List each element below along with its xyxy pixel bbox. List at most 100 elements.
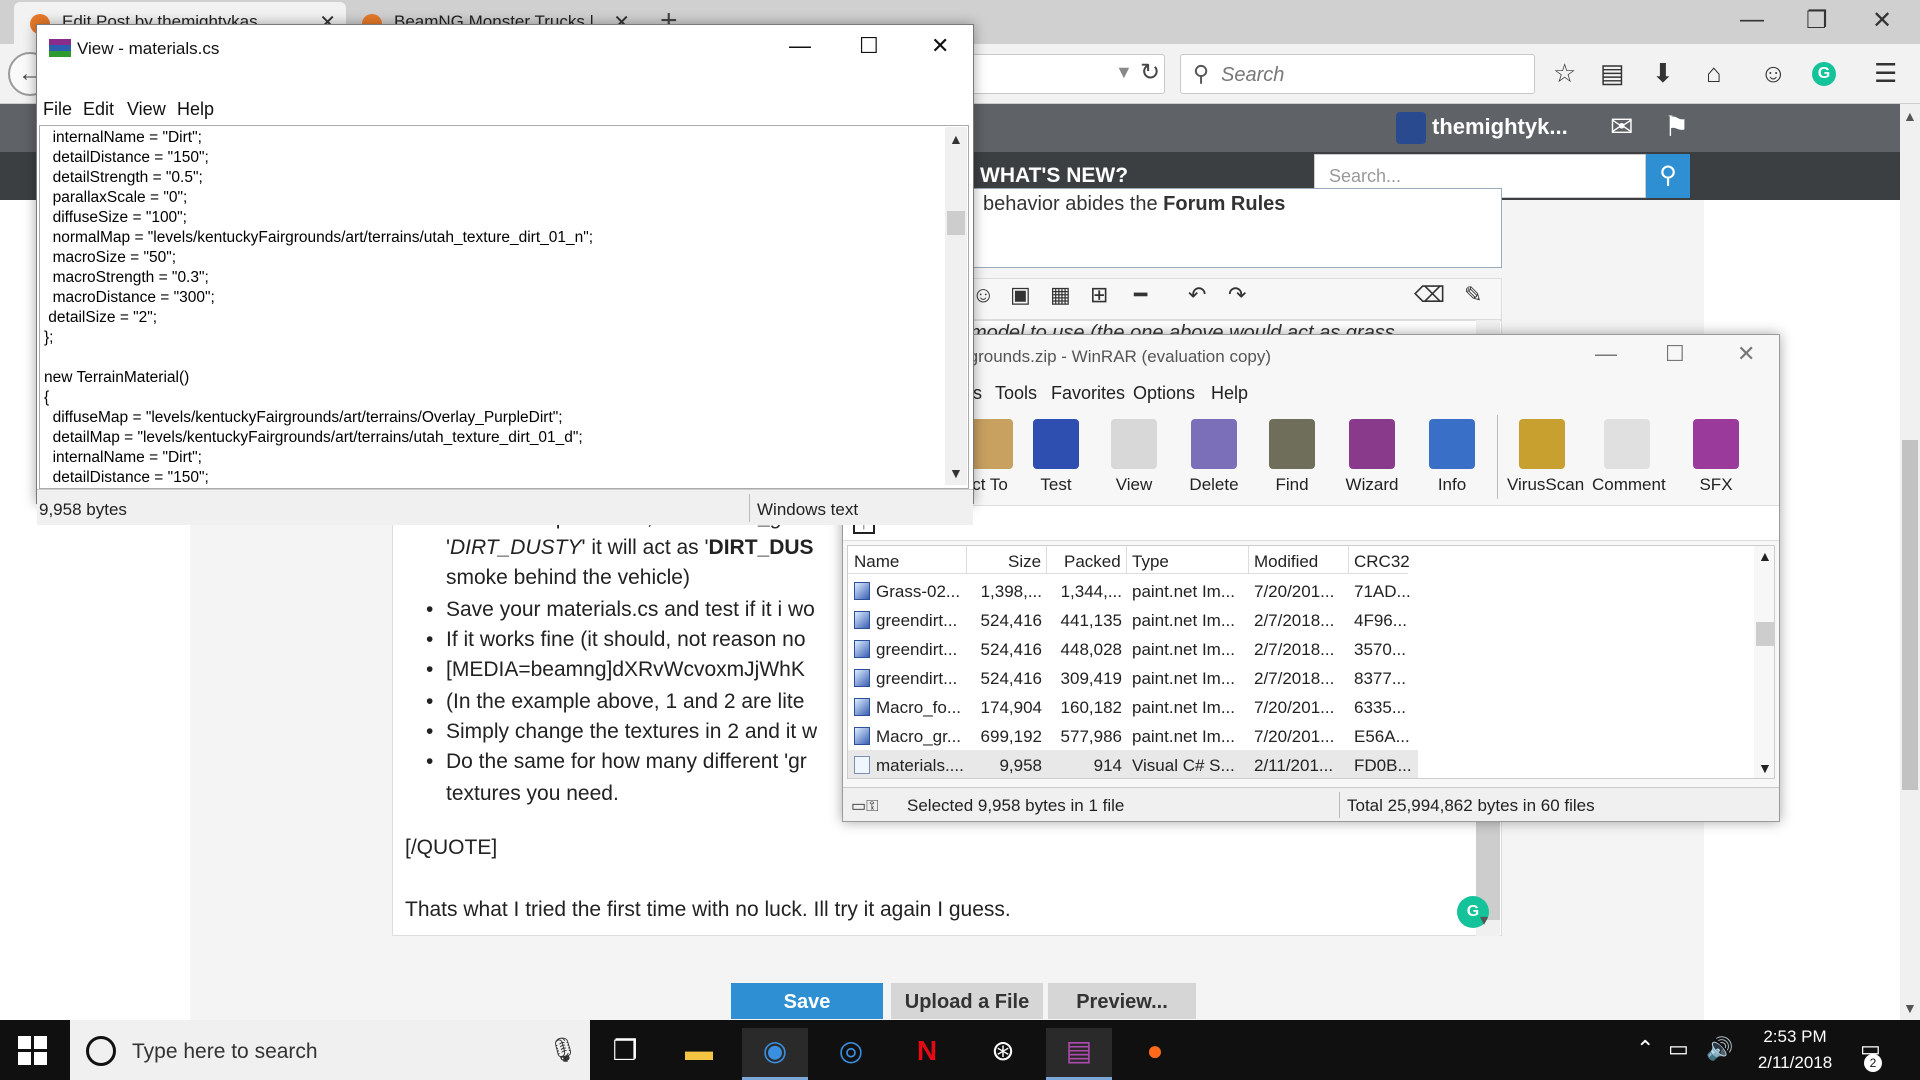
- save-changes-button[interactable]: Save Changes: [731, 983, 883, 1051]
- browser-minimize-icon[interactable]: —: [1740, 6, 1764, 34]
- column-size[interactable]: Size: [1008, 552, 1041, 572]
- viewer-menu-help[interactable]: Help: [177, 99, 214, 120]
- browser-close-icon[interactable]: ✕: [1872, 6, 1892, 35]
- horizontal-rule-icon[interactable]: ━: [1134, 282, 1147, 308]
- microphone-icon[interactable]: 🎙: [548, 1036, 578, 1065]
- netflix-icon[interactable]: N: [894, 1028, 960, 1080]
- media-icon[interactable]: ▦: [1050, 282, 1071, 308]
- viewer-menu-view[interactable]: View: [127, 99, 166, 120]
- menu-favorites[interactable]: Favorites: [1051, 383, 1125, 404]
- page-scroll-up-icon[interactable]: ▲: [1903, 108, 1917, 124]
- forum-search-button[interactable]: ⚲: [1646, 154, 1690, 198]
- table-row[interactable]: greendirt... 524,416 441,135 paint.net Im..…: [848, 605, 1418, 634]
- menu-help[interactable]: Help: [1211, 383, 1248, 404]
- viewer-scrollbar-thumb[interactable]: [947, 211, 965, 235]
- clock-date[interactable]: 2/11/2018: [1745, 1053, 1845, 1073]
- winrar-file-list[interactable]: Name Size Packed Type Modified CRC32 Gra…: [847, 545, 1775, 779]
- network-icon[interactable]: ▭: [1668, 1036, 1689, 1062]
- url-history-dropdown-icon[interactable]: ▼: [1115, 62, 1133, 83]
- username-link[interactable]: themightyk...: [1432, 114, 1568, 140]
- home-icon[interactable]: ⌂: [1706, 58, 1722, 89]
- viewer-close-icon[interactable]: ✕: [931, 33, 949, 59]
- delete-button[interactable]: Delete: [1179, 419, 1249, 495]
- menu-tools[interactable]: Tools: [995, 383, 1037, 404]
- table-row[interactable]: materials.... 9,958 914 Visual C# S... 2/11/…: [848, 750, 1418, 778]
- origin-icon[interactable]: ●: [1122, 1028, 1188, 1080]
- grammarly-icon[interactable]: G: [1812, 62, 1836, 86]
- winrar-close-icon[interactable]: ✕: [1737, 341, 1755, 367]
- find-button[interactable]: Find: [1257, 419, 1327, 495]
- table-row[interactable]: Grass-02... 1,398,... 1,344,... paint.net I…: [848, 576, 1418, 605]
- page-scrollbar-thumb[interactable]: [1902, 440, 1918, 790]
- avatar[interactable]: [1396, 112, 1426, 144]
- downloads-icon[interactable]: ⬇: [1652, 58, 1674, 89]
- editor-scroll-down-icon[interactable]: ▾: [1480, 910, 1488, 930]
- viewer-menu-edit[interactable]: Edit: [83, 99, 114, 120]
- comment-button[interactable]: Comment: [1592, 419, 1666, 495]
- image-icon[interactable]: ▣: [1010, 282, 1031, 308]
- info-button[interactable]: Info: [1417, 419, 1487, 495]
- steam-icon[interactable]: ◎: [818, 1028, 884, 1080]
- preview-button[interactable]: Preview...: [1048, 983, 1196, 1019]
- eraser-icon[interactable]: ⌫: [1414, 282, 1445, 308]
- library-icon[interactable]: ▤: [1600, 58, 1625, 89]
- file-list-scroll-down-icon[interactable]: ▼: [1758, 760, 1772, 776]
- beamng-icon[interactable]: ⊛: [970, 1028, 1036, 1080]
- cortana-icon[interactable]: [86, 1036, 116, 1066]
- file-list-scroll-up-icon[interactable]: ▲: [1758, 548, 1772, 564]
- chat-icon[interactable]: ☺: [1760, 58, 1787, 89]
- redo-icon[interactable]: ↷: [1228, 282, 1246, 308]
- winrar-path-bar[interactable]: ↑: [843, 505, 1779, 541]
- forum-rules-link[interactable]: Forum Rules: [1163, 193, 1285, 215]
- viewer-maximize-icon[interactable]: ☐: [859, 33, 879, 59]
- viewer-minimize-icon[interactable]: —: [789, 33, 811, 59]
- smiley-icon[interactable]: ☺: [972, 282, 994, 308]
- file-list-scrollbar[interactable]: [1754, 546, 1774, 778]
- column-crc32[interactable]: CRC32: [1354, 552, 1410, 572]
- browser-restore-icon[interactable]: ❐: [1806, 6, 1828, 35]
- page-scroll-down-icon[interactable]: ▼: [1903, 1000, 1917, 1016]
- upload-file-button[interactable]: Upload a File: [891, 983, 1043, 1019]
- column-name[interactable]: Name: [854, 552, 899, 572]
- hamburger-menu-icon[interactable]: ☰: [1874, 58, 1897, 89]
- browser-search-input[interactable]: ⚲ Search: [1180, 54, 1535, 94]
- wrench-icon[interactable]: ✎: [1464, 282, 1482, 308]
- wizard-button[interactable]: Wizard: [1337, 419, 1407, 495]
- insert-icon[interactable]: ⊞: [1090, 282, 1108, 308]
- column-type[interactable]: Type: [1132, 552, 1169, 572]
- tray-chevron-up-icon[interactable]: ⌃: [1636, 1036, 1654, 1062]
- table-row[interactable]: Macro_gr... 699,192 577,986 paint.net Im...…: [848, 721, 1418, 750]
- mail-icon[interactable]: ✉: [1610, 110, 1633, 143]
- table-row[interactable]: greendirt... 524,416 309,419 paint.net Im..…: [848, 663, 1418, 692]
- column-modified[interactable]: Modified: [1254, 552, 1318, 572]
- nav-whats-new[interactable]: WHAT'S NEW?: [980, 164, 1128, 188]
- reload-icon[interactable]: ↻: [1140, 58, 1160, 87]
- winrar-maximize-icon[interactable]: ☐: [1665, 341, 1685, 367]
- winrar-taskbar-icon[interactable]: ▤: [1046, 1028, 1112, 1080]
- virusscan-button[interactable]: VirusScan: [1507, 419, 1584, 495]
- winrar-minimize-icon[interactable]: —: [1595, 341, 1617, 367]
- viewer-scrollbar[interactable]: [945, 127, 967, 485]
- test-button[interactable]: Test: [1021, 419, 1091, 495]
- table-row[interactable]: Macro_fo... 174,904 160,182 paint.net Im...…: [848, 692, 1418, 721]
- menu-options[interactable]: Options: [1133, 383, 1195, 404]
- file-list-scrollbar-thumb[interactable]: [1756, 622, 1774, 646]
- viewer-scroll-down-icon[interactable]: ▼: [949, 465, 963, 481]
- clock-time[interactable]: 2:53 PM: [1755, 1027, 1835, 1047]
- column-packed[interactable]: Packed: [1064, 552, 1121, 572]
- viewer-menu-file[interactable]: File: [43, 99, 72, 120]
- table-row[interactable]: greendirt... 524,416 448,028 paint.net Im..…: [848, 634, 1418, 663]
- view-button[interactable]: View: [1099, 419, 1169, 495]
- menu-commands[interactable]: s: [973, 383, 982, 404]
- volume-icon[interactable]: 🔊: [1706, 1036, 1733, 1062]
- file-explorer-icon[interactable]: ▬: [666, 1028, 732, 1080]
- viewer-scroll-up-icon[interactable]: ▲: [949, 131, 963, 147]
- viewer-titlebar[interactable]: View - materials.cs — ☐ ✕: [37, 25, 973, 71]
- firefox-icon[interactable]: ◉: [742, 1028, 808, 1080]
- viewer-text-area[interactable]: internalName = "Dirt"; detailDistance = …: [39, 125, 969, 489]
- undo-icon[interactable]: ↶: [1188, 282, 1206, 308]
- task-view-icon[interactable]: ❐: [592, 1028, 658, 1080]
- windows-start-icon[interactable]: [18, 1036, 48, 1066]
- flag-icon[interactable]: ⚑: [1664, 110, 1689, 143]
- bookmark-star-icon[interactable]: ☆: [1553, 58, 1576, 89]
